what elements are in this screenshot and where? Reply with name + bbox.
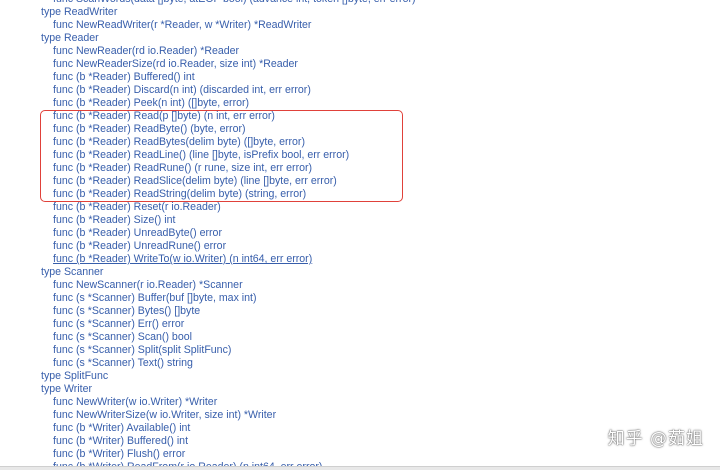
index-link-text: func (b *Reader) ReadByte() (byte, error… [53, 123, 246, 135]
index-link-text: func (b *Writer) Available() int [53, 422, 191, 434]
index-func-link[interactable]: func (b *Reader) ReadBytes(delim byte) (… [0, 136, 720, 149]
index-link-text: func (s *Scanner) Text() string [53, 357, 193, 369]
index-link-text: type Writer [41, 383, 93, 395]
index-func-link[interactable]: func (b *Reader) UnreadByte() error [0, 227, 720, 240]
index-link-text: func (b *Reader) Read(p []byte) (n int, … [53, 110, 275, 122]
index-link-text: type ReadWriter [41, 6, 118, 18]
window-bottom-edge [0, 466, 720, 470]
index-func-link[interactable]: func (b *Reader) Buffered() int [0, 71, 720, 84]
index-func-link[interactable]: func (b *Writer) Flush() error [0, 448, 720, 461]
index-link-text: func NewWriterSize(w io.Writer, size int… [53, 409, 277, 421]
index-link-text: func (b *Reader) ReadRune() (r rune, siz… [53, 162, 313, 174]
index-func-link[interactable]: func (b *Reader) Discard(n int) (discard… [0, 84, 720, 97]
index-link-text: func NewReader(rd io.Reader) *Reader [53, 45, 240, 57]
index-func-link[interactable]: func (b *Reader) Read(p []byte) (n int, … [0, 110, 720, 123]
index-link-text: func (b *Reader) UnreadByte() error [53, 227, 222, 239]
index-func-link[interactable]: func (b *Reader) Peek(n int) ([]byte, er… [0, 97, 720, 110]
index-link-text: func (b *Reader) Buffered() int [53, 71, 195, 83]
index-link-text: func (b *Writer) Flush() error [53, 448, 186, 460]
package-index-list: func ScanWords(data []byte, atEOF bool) … [0, 0, 720, 470]
index-link-text: type Reader [41, 32, 99, 44]
index-link-text: func (b *Reader) ReadString(delim byte) … [53, 188, 307, 200]
index-link-text: func (b *Reader) ReadLine() (line []byte… [53, 149, 350, 161]
index-link-text: func (b *Reader) Peek(n int) ([]byte, er… [53, 97, 250, 109]
index-link-text: func (b *Reader) Reset(r io.Reader) [53, 201, 221, 213]
index-link-text: func (b *Reader) ReadSlice(delim byte) (… [53, 175, 337, 187]
index-link-text: type Scanner [41, 266, 104, 278]
index-func-link[interactable]: func (b *Reader) ReadByte() (byte, error… [0, 123, 720, 136]
index-func-link[interactable]: func (b *Reader) ReadSlice(delim byte) (… [0, 175, 720, 188]
index-type-link[interactable]: type SplitFunc [0, 370, 720, 383]
index-link-text: func (b *Writer) Buffered() int [53, 435, 189, 447]
index-type-link[interactable]: type Reader [0, 32, 720, 45]
index-func-link[interactable]: func (s *Scanner) Scan() bool [0, 331, 720, 344]
index-func-link[interactable]: func (s *Scanner) Bytes() []byte [0, 305, 720, 318]
index-link-text: func (s *Scanner) Buffer(buf []byte, max… [53, 292, 257, 304]
index-link-text: func (b *Reader) ReadBytes(delim byte) (… [53, 136, 305, 148]
index-link-text: func (s *Scanner) Scan() bool [53, 331, 192, 343]
index-link-text: func NewScanner(r io.Reader) *Scanner [53, 279, 243, 291]
index-link-text: func NewReadWriter(r *Reader, w *Writer)… [53, 19, 312, 31]
index-func-link[interactable]: func (b *Reader) Size() int [0, 214, 720, 227]
index-func-link[interactable]: func (b *Reader) UnreadRune() error [0, 240, 720, 253]
index-link-text: func (b *Reader) Discard(n int) (discard… [53, 84, 311, 96]
index-link-text: type SplitFunc [41, 370, 109, 382]
index-func-link[interactable]: func (b *Reader) ReadString(delim byte) … [0, 188, 720, 201]
index-func-link[interactable]: func (b *Reader) WriteTo(w io.Writer) (n… [0, 253, 720, 266]
index-func-link[interactable]: func NewWriter(w io.Writer) *Writer [0, 396, 720, 409]
go-doc-page: func ScanWords(data []byte, atEOF bool) … [0, 0, 720, 470]
zhihu-watermark: 知乎 @茹姐 [607, 429, 704, 449]
index-link-text: func NewWriter(w io.Writer) *Writer [53, 396, 218, 408]
index-type-link[interactable]: type Scanner [0, 266, 720, 279]
index-func-link[interactable]: func NewReadWriter(r *Reader, w *Writer)… [0, 19, 720, 32]
index-link-text: func NewReaderSize(rd io.Reader, size in… [53, 58, 298, 70]
index-link-text: func (s *Scanner) Split(split SplitFunc) [53, 344, 232, 356]
index-link-text: func (b *Reader) Size() int [53, 214, 176, 226]
index-type-link[interactable]: type Writer [0, 383, 720, 396]
index-func-link[interactable]: func (s *Scanner) Err() error [0, 318, 720, 331]
index-func-link[interactable]: func (b *Reader) ReadRune() (r rune, siz… [0, 162, 720, 175]
index-func-link[interactable]: func NewWriterSize(w io.Writer, size int… [0, 409, 720, 422]
index-link-text: func (b *Reader) WriteTo(w io.Writer) (n… [53, 253, 313, 265]
index-func-link[interactable]: func NewReader(rd io.Reader) *Reader [0, 45, 720, 58]
index-func-link[interactable]: func (s *Scanner) Buffer(buf []byte, max… [0, 292, 720, 305]
index-func-link[interactable]: func (b *Reader) Reset(r io.Reader) [0, 201, 720, 214]
index-link-text: func (s *Scanner) Bytes() []byte [53, 305, 201, 317]
index-func-link[interactable]: func (s *Scanner) Split(split SplitFunc) [0, 344, 720, 357]
index-func-link[interactable]: func (b *Reader) ReadLine() (line []byte… [0, 149, 720, 162]
index-link-text: func (s *Scanner) Err() error [53, 318, 185, 330]
index-link-text: func (b *Reader) UnreadRune() error [53, 240, 227, 252]
index-link-text: func ScanWords(data []byte, atEOF bool) … [53, 0, 416, 5]
index-func-link[interactable]: func NewReaderSize(rd io.Reader, size in… [0, 58, 720, 71]
index-func-link[interactable]: func (s *Scanner) Text() string [0, 357, 720, 370]
index-type-link[interactable]: type ReadWriter [0, 6, 720, 19]
index-func-link[interactable]: func NewScanner(r io.Reader) *Scanner [0, 279, 720, 292]
